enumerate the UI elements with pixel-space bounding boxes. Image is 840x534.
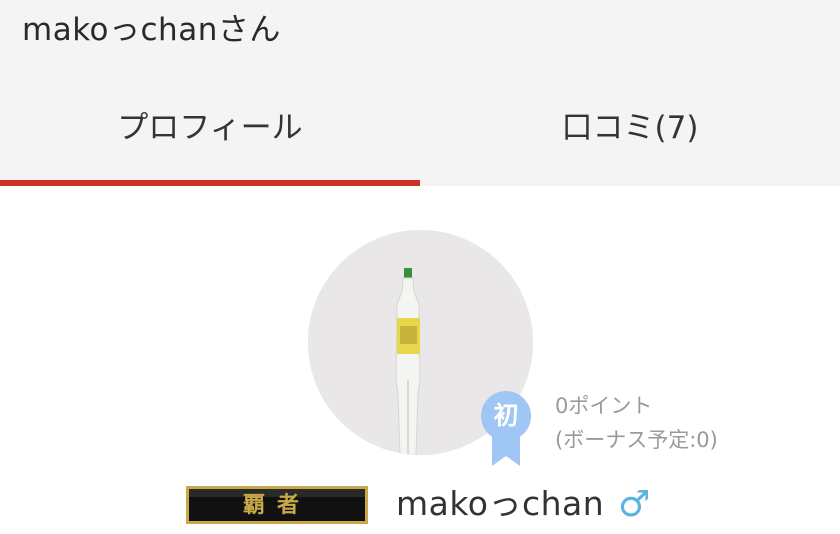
tab-reviews-label: 口コミ(7) — [561, 110, 699, 146]
header: makoっchanさん プロフィール 口コミ(7) — [0, 0, 840, 186]
title-plate-label: 覇者 — [242, 492, 311, 518]
page-title: makoっchanさん — [22, 12, 281, 48]
username: makoっchan — [396, 484, 605, 523]
tab-profile[interactable]: プロフィール — [0, 98, 420, 186]
tab-reviews[interactable]: 口コミ(7) — [420, 98, 840, 186]
active-tab-indicator — [0, 180, 420, 186]
bonus-text: (ボーナス予定:0) — [555, 428, 718, 452]
male-icon: ♂ — [618, 484, 651, 525]
tab-profile-label: プロフィール — [117, 110, 303, 146]
points-text: 0ポイント — [555, 394, 653, 418]
badge-label: 初 — [493, 401, 519, 430]
first-badge: 初 — [478, 390, 534, 468]
title-plate: 覇者 — [186, 486, 368, 524]
